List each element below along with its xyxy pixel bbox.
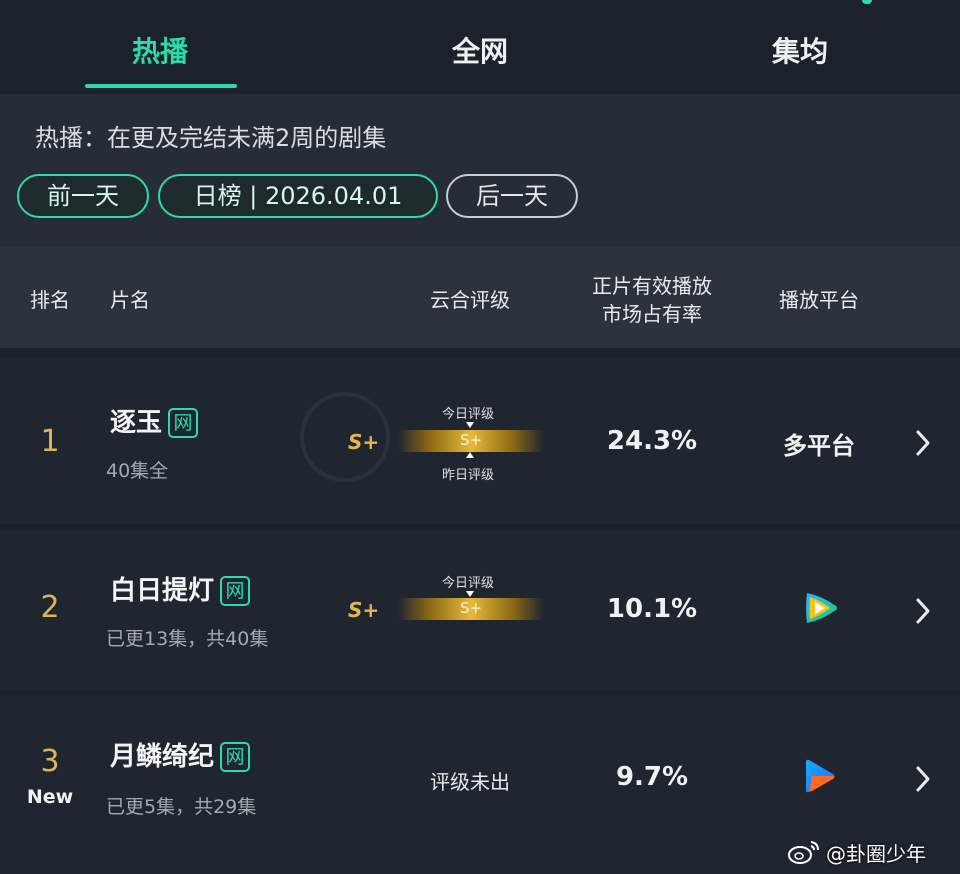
- header-platform: 播放平台: [779, 288, 859, 312]
- drama-title: 月鳞绮纪网: [110, 736, 251, 773]
- episode-status: 40集全: [106, 460, 169, 482]
- tab-hot[interactable]: 热播: [60, 30, 260, 70]
- grade-value: S+: [348, 598, 380, 622]
- episode-status: 已更5集，共29集: [106, 796, 257, 818]
- indicator-dot: [862, 0, 872, 4]
- header-grade: 云合评级: [430, 288, 510, 312]
- today-marker: [466, 422, 474, 428]
- network-tag: 网: [168, 408, 199, 438]
- active-tab-underline: [85, 84, 237, 88]
- drama-title: 逐玉网: [110, 402, 199, 439]
- yesterday-marker: [466, 452, 474, 458]
- grade-bar-text: S+: [459, 431, 483, 449]
- network-tag: 网: [220, 576, 251, 606]
- grade-value: S+: [348, 430, 380, 454]
- watermark-text: @卦圈少年: [826, 842, 926, 866]
- weibo-logo-icon: [788, 841, 819, 864]
- platform-label: 多平台: [783, 432, 855, 460]
- header-title: 片名: [110, 288, 150, 312]
- new-badge: New: [26, 786, 74, 808]
- table-row[interactable]: 1 逐玉网 40集全 S+ 今日评级 S+ 昨日评级 24.3% 多平台: [0, 358, 960, 524]
- prev-day-button[interactable]: 前一天: [17, 174, 149, 218]
- market-share: 10.1%: [606, 594, 698, 624]
- drama-title-text: 逐玉: [110, 408, 163, 438]
- header-share-line1: 正片有效播放: [592, 274, 712, 298]
- yesterday-grade-label: 昨日评级: [441, 468, 494, 483]
- date-selector[interactable]: 日榜 | 2026.04.01: [158, 174, 438, 218]
- tab-per-episode[interactable]: 集均: [700, 30, 900, 70]
- today-grade-label: 今日评级: [441, 576, 494, 591]
- chevron-right-icon[interactable]: [912, 428, 934, 458]
- grade-bar: S+: [398, 430, 544, 452]
- drama-title-text: 白日提灯: [110, 576, 215, 606]
- grade-bar-text: S+: [459, 599, 483, 617]
- header-rank: 排名: [30, 288, 70, 312]
- market-share: 24.3%: [606, 426, 698, 456]
- today-grade-label: 今日评级: [441, 407, 494, 422]
- grade-bar: S+: [398, 598, 544, 620]
- info-panel: 热播：在更及完结未满2周的剧集 前一天 日榜 | 2026.04.01 后一天: [0, 94, 960, 246]
- drama-title: 白日提灯网: [110, 570, 251, 607]
- chevron-right-icon[interactable]: [912, 764, 934, 794]
- rank-number: 1: [40, 424, 60, 459]
- episode-status: 已更13集，共40集: [106, 628, 269, 650]
- tencent-video-icon: [806, 593, 837, 623]
- grade-pending: 评级未出: [430, 770, 510, 794]
- tab-bar: 热播 全网 集均: [0, 0, 960, 94]
- category-description: 热播：在更及完结未满2周的剧集: [35, 124, 387, 152]
- youku-icon: [806, 759, 835, 793]
- chevron-right-icon[interactable]: [912, 596, 934, 626]
- next-day-button[interactable]: 后一天: [446, 174, 578, 218]
- rank-number: 2: [40, 590, 60, 625]
- table-header: 排名 片名 云合评级 正片有效播放 市场占有率 播放平台: [0, 246, 960, 348]
- market-share: 9.7%: [615, 762, 689, 792]
- tab-all-network[interactable]: 全网: [380, 30, 580, 70]
- rank-number: 3: [40, 744, 60, 779]
- network-tag: 网: [220, 742, 251, 772]
- table-row[interactable]: 2 白日提灯网 已更13集，共40集 S+ 今日评级 S+ 10.1%: [0, 530, 960, 690]
- drama-title-text: 月鳞绮纪: [110, 742, 215, 772]
- today-marker: [466, 591, 474, 597]
- header-share-line2: 市场占有率: [602, 302, 702, 326]
